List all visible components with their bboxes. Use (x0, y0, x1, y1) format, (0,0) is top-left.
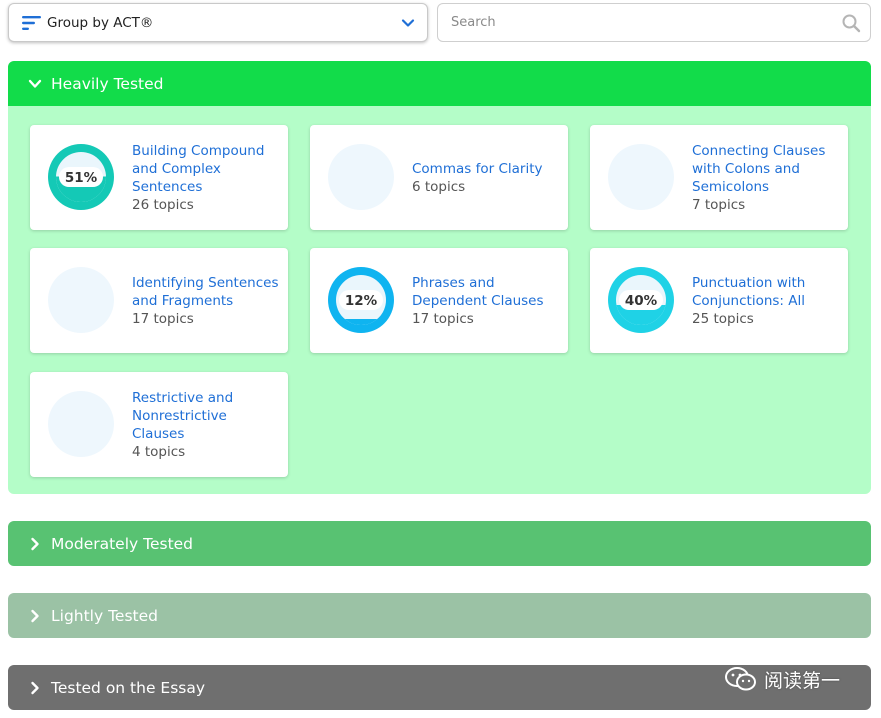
chevron-down-icon (401, 19, 415, 27)
empty-progress-circle (48, 391, 114, 457)
percent-label: 40% (625, 293, 658, 309)
progress-ring (48, 391, 114, 457)
watermark: 阅读第一 (724, 664, 840, 694)
search-input[interactable] (438, 4, 870, 41)
topic-count: 26 topics (132, 196, 194, 213)
skill-title: Punctuation with Conjunctions: All (692, 274, 806, 309)
topic-count: 4 topics (132, 443, 186, 460)
search-box (437, 3, 871, 42)
topic-count: 7 topics (692, 196, 746, 213)
chevron-right-icon (31, 537, 39, 550)
chevron-down-icon (28, 79, 42, 88)
progress-ring: 12% (328, 267, 394, 333)
chevron-right-icon (31, 681, 39, 694)
skill-card-phrases-dependent-clauses[interactable]: 12% Phrases and Dependent Clauses 17 top… (310, 248, 568, 353)
progress-ring (48, 267, 114, 333)
section-heavily-tested[interactable]: Heavily Tested (8, 61, 871, 106)
topic-count: 17 topics (412, 310, 474, 327)
progress-ring: 51% (48, 144, 114, 210)
skill-card-commas-for-clarity[interactable]: Commas for Clarity 6 topics (310, 125, 568, 230)
empty-progress-circle (328, 144, 394, 210)
group-by-dropdown[interactable]: Group by ACT® (8, 3, 428, 42)
empty-progress-circle (608, 144, 674, 210)
topic-count: 6 topics (412, 178, 466, 195)
topic-count: 17 topics (132, 310, 194, 327)
percent-label: 51% (65, 170, 98, 186)
progress-ring (328, 144, 394, 210)
topic-count: 25 topics (692, 310, 754, 327)
skill-title: Identifying Sentences and Fragments (132, 274, 279, 309)
skill-title: Connecting Clauses with Colons and Semic… (692, 142, 826, 195)
watermark-text: 阅读第一 (764, 669, 841, 692)
percent-label: 12% (345, 293, 378, 309)
section-moderately-tested[interactable]: Moderately Tested (8, 521, 871, 566)
skill-card-building-compound[interactable]: 51% Building Compound and Complex Senten… (30, 125, 288, 230)
skill-title: Building Compound and Complex Sentences (132, 142, 265, 195)
section-lightly-tested[interactable]: Lightly Tested (8, 593, 871, 638)
wechat-icon (725, 667, 756, 691)
section-title: Heavily Tested (51, 74, 164, 93)
section-title: Lightly Tested (51, 606, 158, 625)
heavily-tested-panel: 51% Building Compound and Complex Senten… (8, 106, 871, 494)
skill-card-identifying-sentences[interactable]: Identifying Sentences and Fragments 17 t… (30, 248, 288, 353)
sort-lines-icon (22, 15, 41, 30)
skill-card-connecting-clauses[interactable]: Connecting Clauses with Colons and Semic… (590, 125, 848, 230)
skill-card-restrictive-clauses[interactable]: Restrictive and Nonrestrictive Clauses 4… (30, 372, 288, 477)
skill-card-punctuation-conjunctions[interactable]: 40% Punctuation with Conjunctions: All 2… (590, 248, 848, 353)
group-by-label: Group by ACT® (47, 14, 154, 31)
skill-title: Restrictive and Nonrestrictive Clauses (132, 389, 234, 442)
progress-ring (608, 144, 674, 210)
section-title: Tested on the Essay (51, 678, 206, 697)
empty-progress-circle (48, 267, 114, 333)
progress-ring: 40% (608, 267, 674, 333)
skill-title: Phrases and Dependent Clauses (412, 274, 544, 309)
chevron-right-icon (31, 609, 39, 622)
skill-title: Commas for Clarity (412, 160, 543, 177)
section-title: Moderately Tested (51, 534, 194, 553)
search-icon[interactable] (841, 13, 861, 33)
